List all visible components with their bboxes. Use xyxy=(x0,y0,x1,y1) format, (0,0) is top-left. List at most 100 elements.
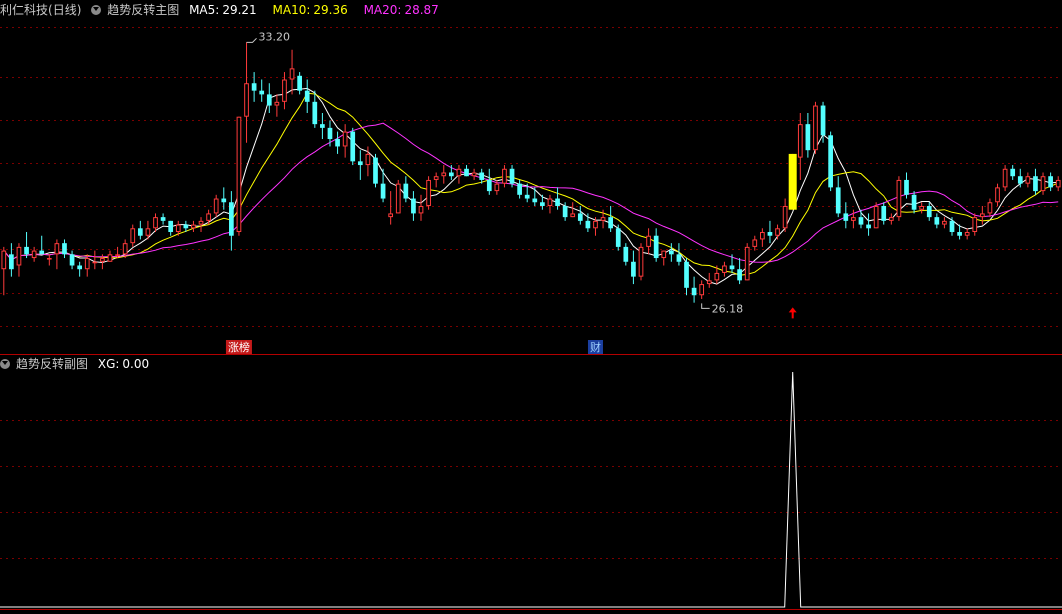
candle-body xyxy=(1048,176,1053,188)
candle-body xyxy=(191,224,196,229)
candle xyxy=(471,168,477,180)
candle-body xyxy=(236,116,242,233)
chart-canvas[interactable]: 33.20 26.18 涨榜 财 xyxy=(0,0,1062,614)
candle xyxy=(107,250,113,262)
stock-name: 利仁科技 xyxy=(0,3,49,17)
candle-body xyxy=(585,220,591,229)
candle-body xyxy=(1,250,7,270)
candle xyxy=(631,250,636,285)
candle-body xyxy=(676,254,682,262)
candle xyxy=(979,205,985,225)
candle-body xyxy=(767,232,773,236)
event-tag: 涨榜 xyxy=(228,340,250,354)
candle xyxy=(357,150,363,180)
candle-body xyxy=(737,269,742,281)
candle xyxy=(206,209,211,225)
xg-readout: XG: 0.00 xyxy=(97,357,150,371)
candle-body xyxy=(342,131,348,147)
candle-body xyxy=(441,172,447,177)
sub-indicator-name[interactable]: 趋势反转副图 xyxy=(16,357,88,371)
candle xyxy=(320,112,325,140)
candle-body xyxy=(646,235,651,247)
collapse-main-icon[interactable] xyxy=(91,5,102,15)
candle-body xyxy=(448,172,454,177)
candle-body xyxy=(411,198,416,214)
candle xyxy=(62,239,67,259)
candle xyxy=(342,124,348,158)
candle-body xyxy=(213,198,219,214)
candle-body xyxy=(115,254,120,256)
candle xyxy=(312,90,318,128)
candle xyxy=(1055,176,1061,192)
candle-body xyxy=(479,172,485,180)
candle-body xyxy=(388,213,394,218)
candle-body xyxy=(31,250,37,259)
candle-body xyxy=(1040,176,1046,192)
candle-body xyxy=(979,213,985,218)
candle xyxy=(964,228,970,240)
signal-bar xyxy=(788,153,797,210)
candle-body xyxy=(1010,168,1016,177)
candle xyxy=(737,258,742,285)
ma10-readout: MA10: 29.36 xyxy=(272,3,348,17)
candle-body xyxy=(851,217,856,221)
candle xyxy=(130,224,136,247)
candle xyxy=(782,198,788,233)
candle-body xyxy=(638,246,644,277)
candle-body xyxy=(1033,176,1038,192)
candle xyxy=(911,191,917,214)
candle xyxy=(881,202,887,225)
candle-body xyxy=(873,205,879,229)
candle-body xyxy=(752,239,758,247)
candle xyxy=(54,239,60,270)
candle-body xyxy=(813,105,818,151)
candle xyxy=(767,220,773,244)
candle-body xyxy=(820,105,826,136)
candle xyxy=(760,228,765,247)
xg-line xyxy=(0,371,1062,608)
candle xyxy=(919,202,925,214)
candle-body xyxy=(433,176,439,180)
candle xyxy=(1040,172,1046,195)
candle-body xyxy=(744,246,750,281)
candle xyxy=(31,246,37,262)
candle xyxy=(577,205,583,225)
main-indicator-name[interactable]: 趋势反转主图 xyxy=(107,3,179,17)
candle-body xyxy=(547,198,553,206)
candle-body xyxy=(699,284,705,296)
candle xyxy=(24,232,29,259)
candle-body xyxy=(828,135,833,188)
candle xyxy=(904,172,909,199)
candle-body xyxy=(456,168,462,177)
candle xyxy=(403,176,409,203)
candle xyxy=(972,213,978,236)
candle-body xyxy=(84,258,90,270)
candle xyxy=(16,243,22,277)
event-tag: 财 xyxy=(590,340,601,354)
candle xyxy=(896,176,902,221)
candle xyxy=(835,176,841,218)
candle xyxy=(213,194,219,218)
candle-body xyxy=(661,250,667,259)
candle xyxy=(646,228,651,255)
candle xyxy=(699,280,705,299)
candle-body xyxy=(221,198,227,203)
candle-body xyxy=(668,250,674,255)
candle xyxy=(395,179,401,214)
candle-body xyxy=(562,205,568,218)
candle xyxy=(244,42,249,143)
candle xyxy=(160,213,166,225)
candle-body xyxy=(691,287,697,296)
chart-annotations: 33.20 26.18 涨榜 财 xyxy=(225,30,797,354)
candle xyxy=(9,243,14,277)
candle xyxy=(92,250,98,270)
candle-body xyxy=(615,228,621,247)
candle-body xyxy=(380,183,386,199)
collapse-sub-icon[interactable] xyxy=(0,359,10,369)
candle-body xyxy=(858,217,864,225)
candle-body xyxy=(373,157,378,184)
candle xyxy=(411,191,416,221)
candle-body xyxy=(24,246,29,255)
candle xyxy=(39,235,45,255)
candle-body xyxy=(964,232,970,236)
